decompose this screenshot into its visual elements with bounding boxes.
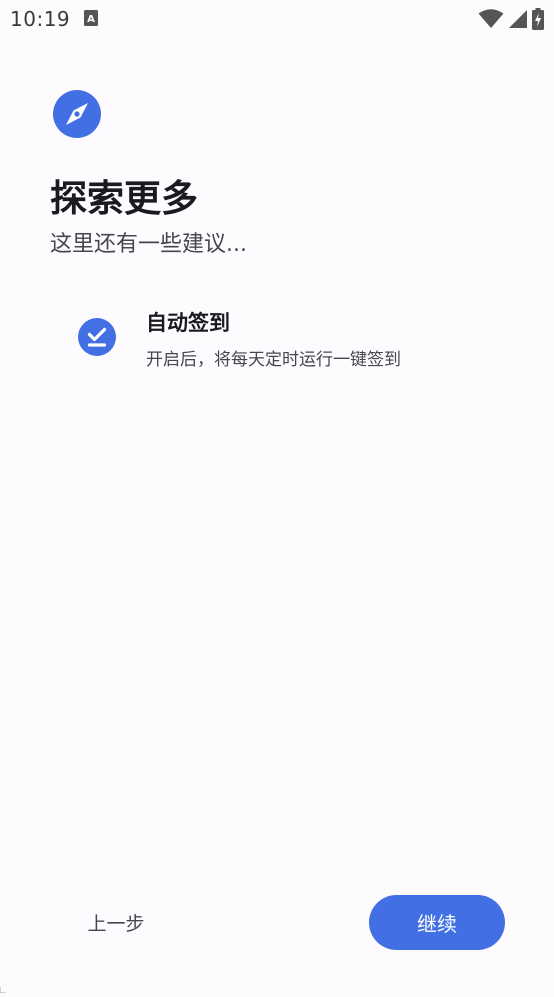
status-time: 10:19 <box>10 7 71 31</box>
status-bar: 10:19 A <box>0 0 554 38</box>
signal-icon <box>508 9 528 33</box>
compass-icon <box>53 90 101 138</box>
suggestion-auto-checkin[interactable]: 自动签到 开启后，将每天定时运行一键签到 <box>78 300 498 380</box>
back-button[interactable]: 上一步 <box>66 898 166 946</box>
a-letter-icon: A <box>84 10 98 26</box>
suggestion-title: 自动签到 <box>146 311 230 335</box>
corner-decoration <box>0 978 6 994</box>
wifi-icon <box>478 9 504 33</box>
svg-text:A: A <box>87 14 95 25</box>
status-icons <box>478 8 544 34</box>
continue-button[interactable]: 继续 <box>369 895 505 950</box>
check-circle-icon <box>78 318 116 356</box>
suggestion-description: 开启后，将每天定时运行一键签到 <box>146 350 401 370</box>
page-subtitle: 这里还有一些建议... <box>50 232 247 257</box>
page-title: 探索更多 <box>50 177 198 220</box>
battery-charging-icon <box>532 8 544 34</box>
